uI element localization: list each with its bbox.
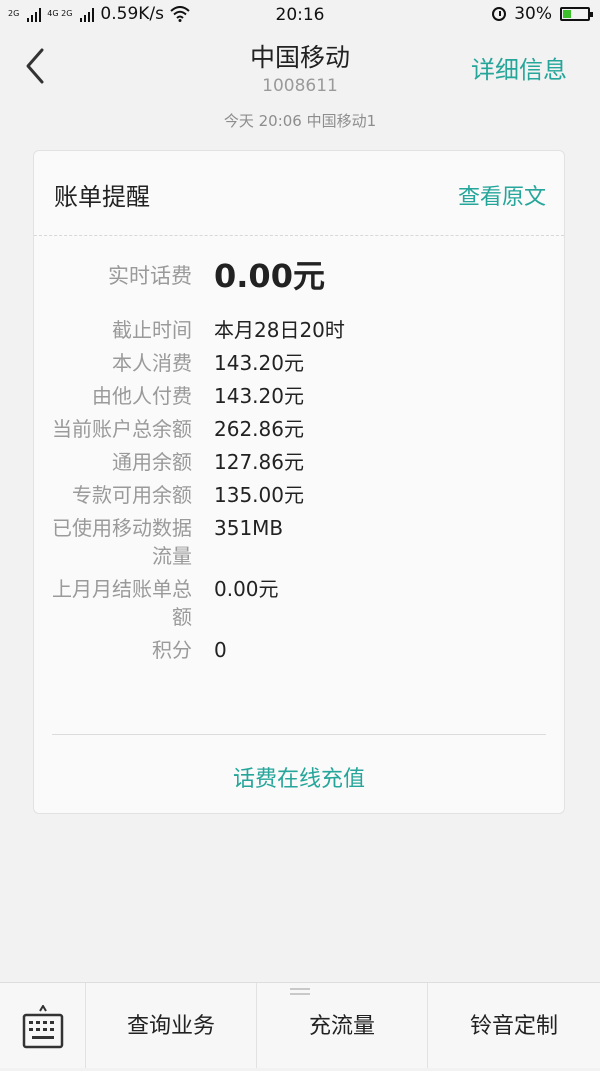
- bill-row: 已使用移动数据流量 351MB: [34, 514, 564, 570]
- row-value: 本月28日20时: [214, 318, 345, 342]
- row-label: 截止时间: [112, 318, 192, 342]
- details-button[interactable]: 详细信息: [471, 50, 567, 85]
- row-label: 当前账户总余额: [52, 417, 192, 441]
- row-value: 143.20元: [214, 384, 304, 408]
- row-label: 积分: [152, 638, 192, 662]
- card-header: 账单提醒 查看原文: [34, 151, 564, 236]
- row-label: 实时话费: [108, 264, 192, 288]
- bill-row: 实时话费 0.00元: [34, 256, 564, 296]
- row-label: 由他人付费: [92, 384, 192, 408]
- recharge-online-button[interactable]: 话费在线充值: [34, 761, 564, 793]
- status-bar: 2G 4G 2G 0.59K/s 20:16 30%: [0, 0, 600, 32]
- bill-row: 由他人付费 143.20元: [34, 382, 564, 410]
- battery-percent: 30%: [514, 4, 552, 24]
- card-title: 账单提醒: [54, 183, 150, 211]
- row-label: 上月月结账单总额: [52, 577, 192, 629]
- row-value: 262.86元: [214, 417, 304, 441]
- view-original-button[interactable]: 查看原文: [458, 179, 546, 211]
- bill-row: 本人消费 143.20元: [34, 349, 564, 377]
- message-timestamp: 今天 20:06 中国移动1: [223, 112, 377, 130]
- row-value: 0: [214, 638, 227, 662]
- row-value: 0.00元: [214, 577, 279, 601]
- card-divider: [52, 734, 546, 735]
- row-value: 127.86元: [214, 450, 304, 474]
- row-label: 已使用移动数据流量: [52, 516, 192, 568]
- row-label: 本人消费: [112, 351, 192, 375]
- status-right: 30%: [492, 4, 593, 24]
- menu-query-services[interactable]: 查询业务: [86, 983, 257, 1068]
- battery-fill: [563, 10, 571, 18]
- bill-row: 上月月结账单总额 0.00元: [34, 575, 564, 631]
- header: 中国移动 1008611 详细信息: [0, 32, 600, 100]
- row-value: 0.00元: [214, 257, 325, 295]
- bill-row: 专款可用余额 135.00元: [34, 481, 564, 509]
- battery-icon: [560, 7, 593, 21]
- bill-reminder-card: 账单提醒 查看原文 实时话费 0.00元 截止时间 本月28日20时 本人消费 …: [33, 150, 565, 814]
- row-value: 135.00元: [214, 483, 304, 507]
- row-label: 专款可用余额: [72, 483, 192, 507]
- menu-data-recharge[interactable]: 充流量: [257, 983, 428, 1068]
- bill-row: 通用余额 127.86元: [34, 448, 564, 476]
- bill-details: 实时话费 0.00元 截止时间 本月28日20时 本人消费 143.20元 由他…: [34, 256, 564, 669]
- bottom-menu-bar: 查询业务 充流量 铃音定制: [0, 982, 600, 1068]
- row-label: 通用余额: [112, 450, 192, 474]
- row-value: 143.20元: [214, 351, 304, 375]
- row-value: 351MB: [214, 516, 284, 540]
- menu-ringtone[interactable]: 铃音定制: [428, 983, 600, 1068]
- keyboard-toggle-button[interactable]: [0, 983, 86, 1068]
- keyboard-icon: [22, 1005, 64, 1049]
- bill-row: 积分 0: [34, 636, 564, 664]
- bill-row: 截止时间 本月28日20时: [34, 316, 564, 344]
- bill-row: 当前账户总余额 262.86元: [34, 415, 564, 443]
- alarm-icon: [492, 7, 507, 21]
